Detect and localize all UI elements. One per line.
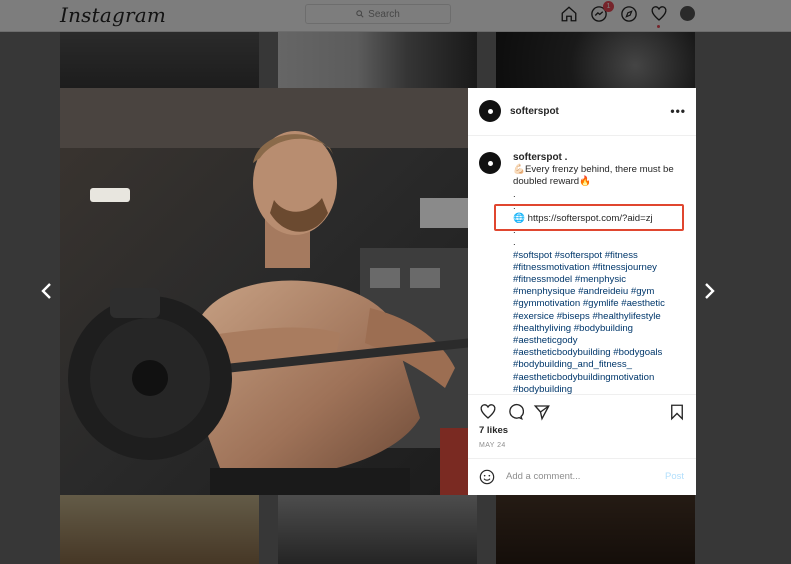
hashtag-line[interactable]: #aestheticbodybuildingmotivation <box>513 372 688 384</box>
caption-text: softerspot . 💪🏻Every frenzy behind, ther… <box>513 152 688 394</box>
hashtag-line[interactable]: #aestheticgody <box>513 335 688 347</box>
like-heart-icon[interactable] <box>479 403 497 421</box>
post-actions: 7 likes MAY 24 <box>468 394 696 451</box>
previous-post-arrow-icon[interactable] <box>40 282 54 300</box>
more-options-icon[interactable]: ••• <box>670 104 686 118</box>
hashtag-line[interactable]: #menphysique #andreideiu #gym <box>513 286 688 298</box>
hashtag-line[interactable]: #aestheticbodybuilding #bodygoals <box>513 347 688 359</box>
hashtag-line[interactable]: #bodybuilding <box>513 384 688 394</box>
post-side-panel: softerspot ••• softerspot . 💪🏻Every fren… <box>468 88 696 495</box>
caption-line: 💪🏻Every frenzy behind, there must be <box>513 164 674 176</box>
next-post-arrow-icon[interactable] <box>702 282 716 300</box>
caption-scroll-area[interactable]: softerspot . 💪🏻Every frenzy behind, ther… <box>468 136 696 394</box>
hashtag-line[interactable]: #fitnessmotivation #fitnessjourney <box>513 262 688 274</box>
post-comment-button[interactable]: Post <box>665 471 684 482</box>
hashtag-line[interactable]: #fitnessmodel #menphysic <box>513 274 688 286</box>
comment-input[interactable]: Add a comment... <box>506 471 580 482</box>
author-username[interactable]: softerspot <box>510 106 559 117</box>
hashtag-line[interactable]: #healthyliving #bodybuilding <box>513 323 688 335</box>
likes-count[interactable]: 7 likes <box>479 425 508 436</box>
author-avatar[interactable] <box>479 100 501 122</box>
link-highlight-box <box>494 204 684 231</box>
hashtag-line[interactable]: #bodybuilding_and_fitness_ <box>513 359 688 371</box>
post-date: MAY 24 <box>479 442 506 449</box>
post-header: softerspot ••• <box>468 88 696 136</box>
hashtag-line[interactable]: #gymmotivation #gymlife #aesthetic <box>513 298 688 310</box>
caption-username[interactable]: softerspot . <box>513 152 688 164</box>
hashtag-line[interactable]: #exersice #biseps #healthylifestyle <box>513 311 688 323</box>
caption-author-avatar[interactable] <box>479 152 501 174</box>
share-icon[interactable] <box>533 403 551 421</box>
caption-line: doubled reward🔥 <box>513 176 592 188</box>
emoji-icon[interactable] <box>479 469 495 485</box>
save-bookmark-icon[interactable] <box>668 403 686 421</box>
comment-icon[interactable] <box>506 403 525 421</box>
post-photo[interactable] <box>60 88 468 495</box>
post-photo-illustration <box>60 88 468 495</box>
caption-line: . <box>513 188 516 200</box>
comment-bar: Add a comment... Post <box>468 458 696 495</box>
hashtag-line[interactable]: #softspot #softerspot #fitness <box>513 250 688 262</box>
caption-line: . <box>513 237 516 249</box>
